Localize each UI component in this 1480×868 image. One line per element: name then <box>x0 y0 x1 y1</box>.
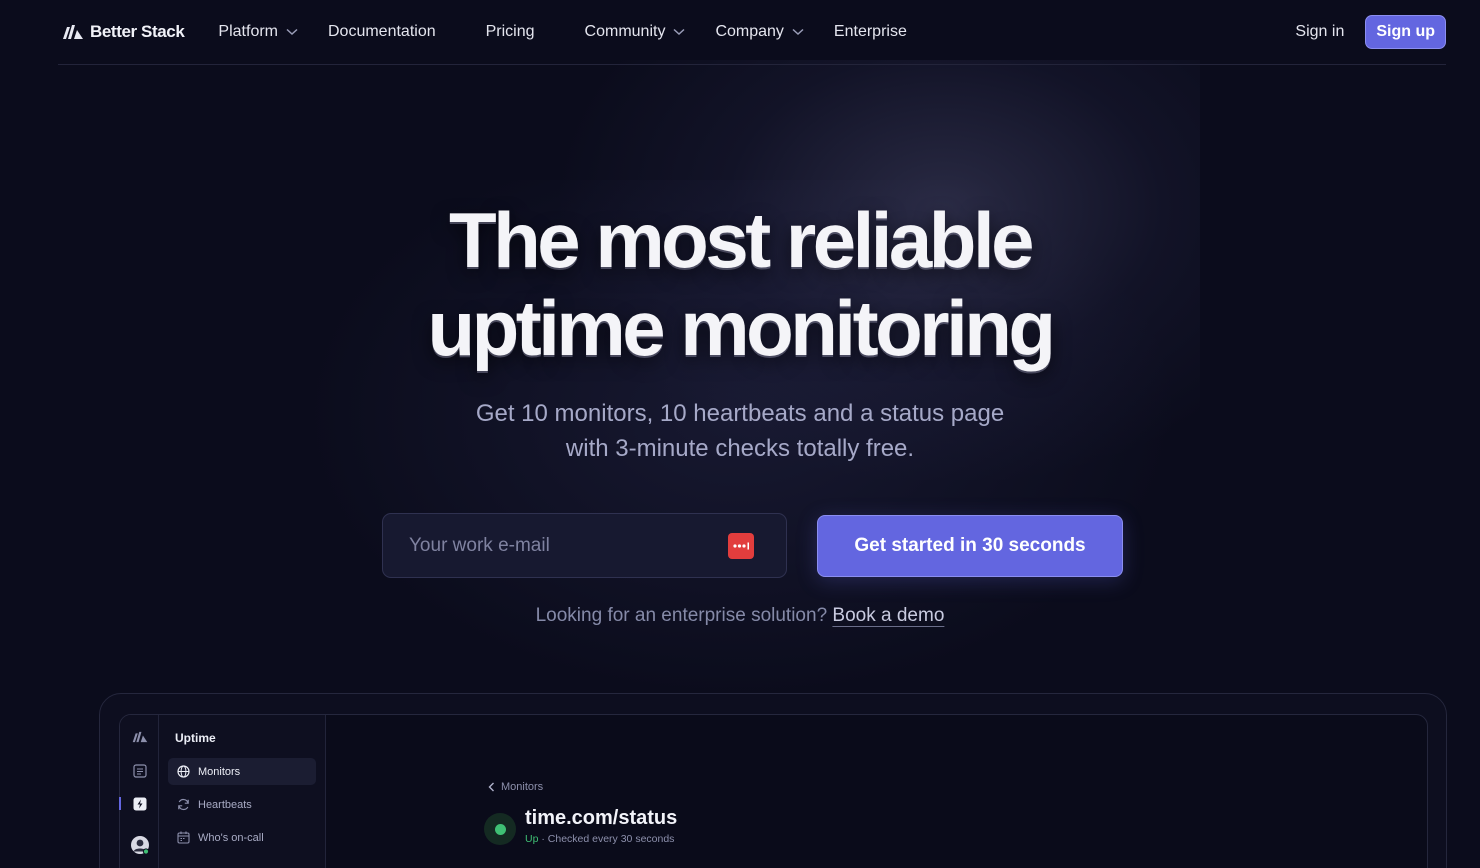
hero-subtitle-line1: Get 10 monitors, 10 heartbeats and a sta… <box>475 400 1005 427</box>
sidebar-item-monitors[interactable]: Monitors <box>168 758 316 785</box>
calendar-icon <box>176 831 190 845</box>
sign-up-button[interactable]: Sign up <box>1365 15 1446 49</box>
nav-community-label: Community <box>584 23 666 40</box>
nav-platform-label: Platform <box>218 23 278 40</box>
uptime-icon[interactable] <box>132 796 148 812</box>
nav-pricing[interactable]: Pricing <box>486 23 535 41</box>
sidebar-item-on-call[interactable]: Who's on-call <box>168 824 316 851</box>
logo[interactable]: Better Stack <box>62 22 185 42</box>
better-stack-logo-icon <box>63 25 83 39</box>
back-label: Monitors <box>501 781 544 793</box>
app-icon-rail <box>120 715 159 868</box>
sidebar-item-label: Heartbeats <box>198 798 252 811</box>
better-stack-logo-icon <box>132 729 148 745</box>
chevron-down-icon <box>286 28 298 36</box>
logo-text: Better Stack <box>90 22 185 41</box>
email-field-wrapper <box>382 513 787 578</box>
hero-subtitle-line2: with 3-minute checks totally free. <box>565 435 915 462</box>
chevron-down-icon <box>792 28 804 36</box>
back-to-monitors-link[interactable]: Monitors <box>488 781 543 793</box>
nav-community[interactable]: Community <box>585 23 686 41</box>
nav-actions: Sign in Sign up <box>1295 15 1446 49</box>
monitor-status: Up <box>525 833 539 845</box>
sidebar-item-heartbeats[interactable]: Heartbeats <box>168 791 316 818</box>
monitor-check-interval: · Checked every 30 seconds <box>538 833 675 845</box>
hero-title-line1: The most reliable <box>448 196 1035 284</box>
nav-pricing-label: Pricing <box>485 23 535 40</box>
sidebar-item-label: Who's on-call <box>198 831 264 844</box>
hero-title: The most reliable uptime monitoring <box>0 196 1480 372</box>
globe-icon <box>176 765 190 779</box>
sidebar-item-label: Monitors <box>198 765 241 778</box>
nav-enterprise[interactable]: Enterprise <box>834 23 907 41</box>
hero-subtitle: Get 10 monitors, 10 heartbeats and a sta… <box>0 396 1480 466</box>
status-indicator <box>484 813 516 845</box>
status-dot-icon <box>494 823 506 835</box>
hero-title-line2: uptime monitoring <box>427 284 1056 372</box>
book-demo-link[interactable]: Book a demo <box>832 605 944 626</box>
email-field[interactable] <box>409 534 709 557</box>
app-sidebar: Uptime Monitors Heartbeats Who's on-call <box>159 715 326 868</box>
monitor-meta: Up · Checked every 30 seconds <box>525 833 674 845</box>
nav-documentation[interactable]: Documentation <box>328 23 436 41</box>
nav-enterprise-label: Enterprise <box>833 23 907 40</box>
nav-documentation-label: Documentation <box>328 23 436 40</box>
avatar[interactable] <box>130 835 150 855</box>
enterprise-text: Looking for an enterprise solution? <box>535 605 828 626</box>
nav-company-label: Company <box>715 23 784 40</box>
nav-links: Platform Documentation Pricing Community… <box>218 23 906 41</box>
app-preview: Uptime Monitors Heartbeats Who's on-call… <box>119 714 1428 868</box>
rail-active-indicator <box>119 797 121 810</box>
top-nav: Better Stack Platform Documentation Pric… <box>58 0 1446 65</box>
password-manager-icon[interactable] <box>728 533 754 559</box>
enterprise-line: Looking for an enterprise solution? Book… <box>0 605 1480 627</box>
nav-platform[interactable]: Platform <box>218 23 298 41</box>
chevron-left-icon <box>488 782 494 792</box>
get-started-button[interactable]: Get started in 30 seconds <box>817 515 1123 577</box>
nav-company[interactable]: Company <box>715 23 804 41</box>
sign-in-link[interactable]: Sign in <box>1295 23 1344 41</box>
sidebar-title: Uptime <box>175 731 216 745</box>
refresh-icon <box>176 798 190 812</box>
chevron-down-icon <box>673 28 685 36</box>
logs-icon[interactable] <box>132 763 148 779</box>
monitor-name: time.com/status <box>525 807 678 829</box>
